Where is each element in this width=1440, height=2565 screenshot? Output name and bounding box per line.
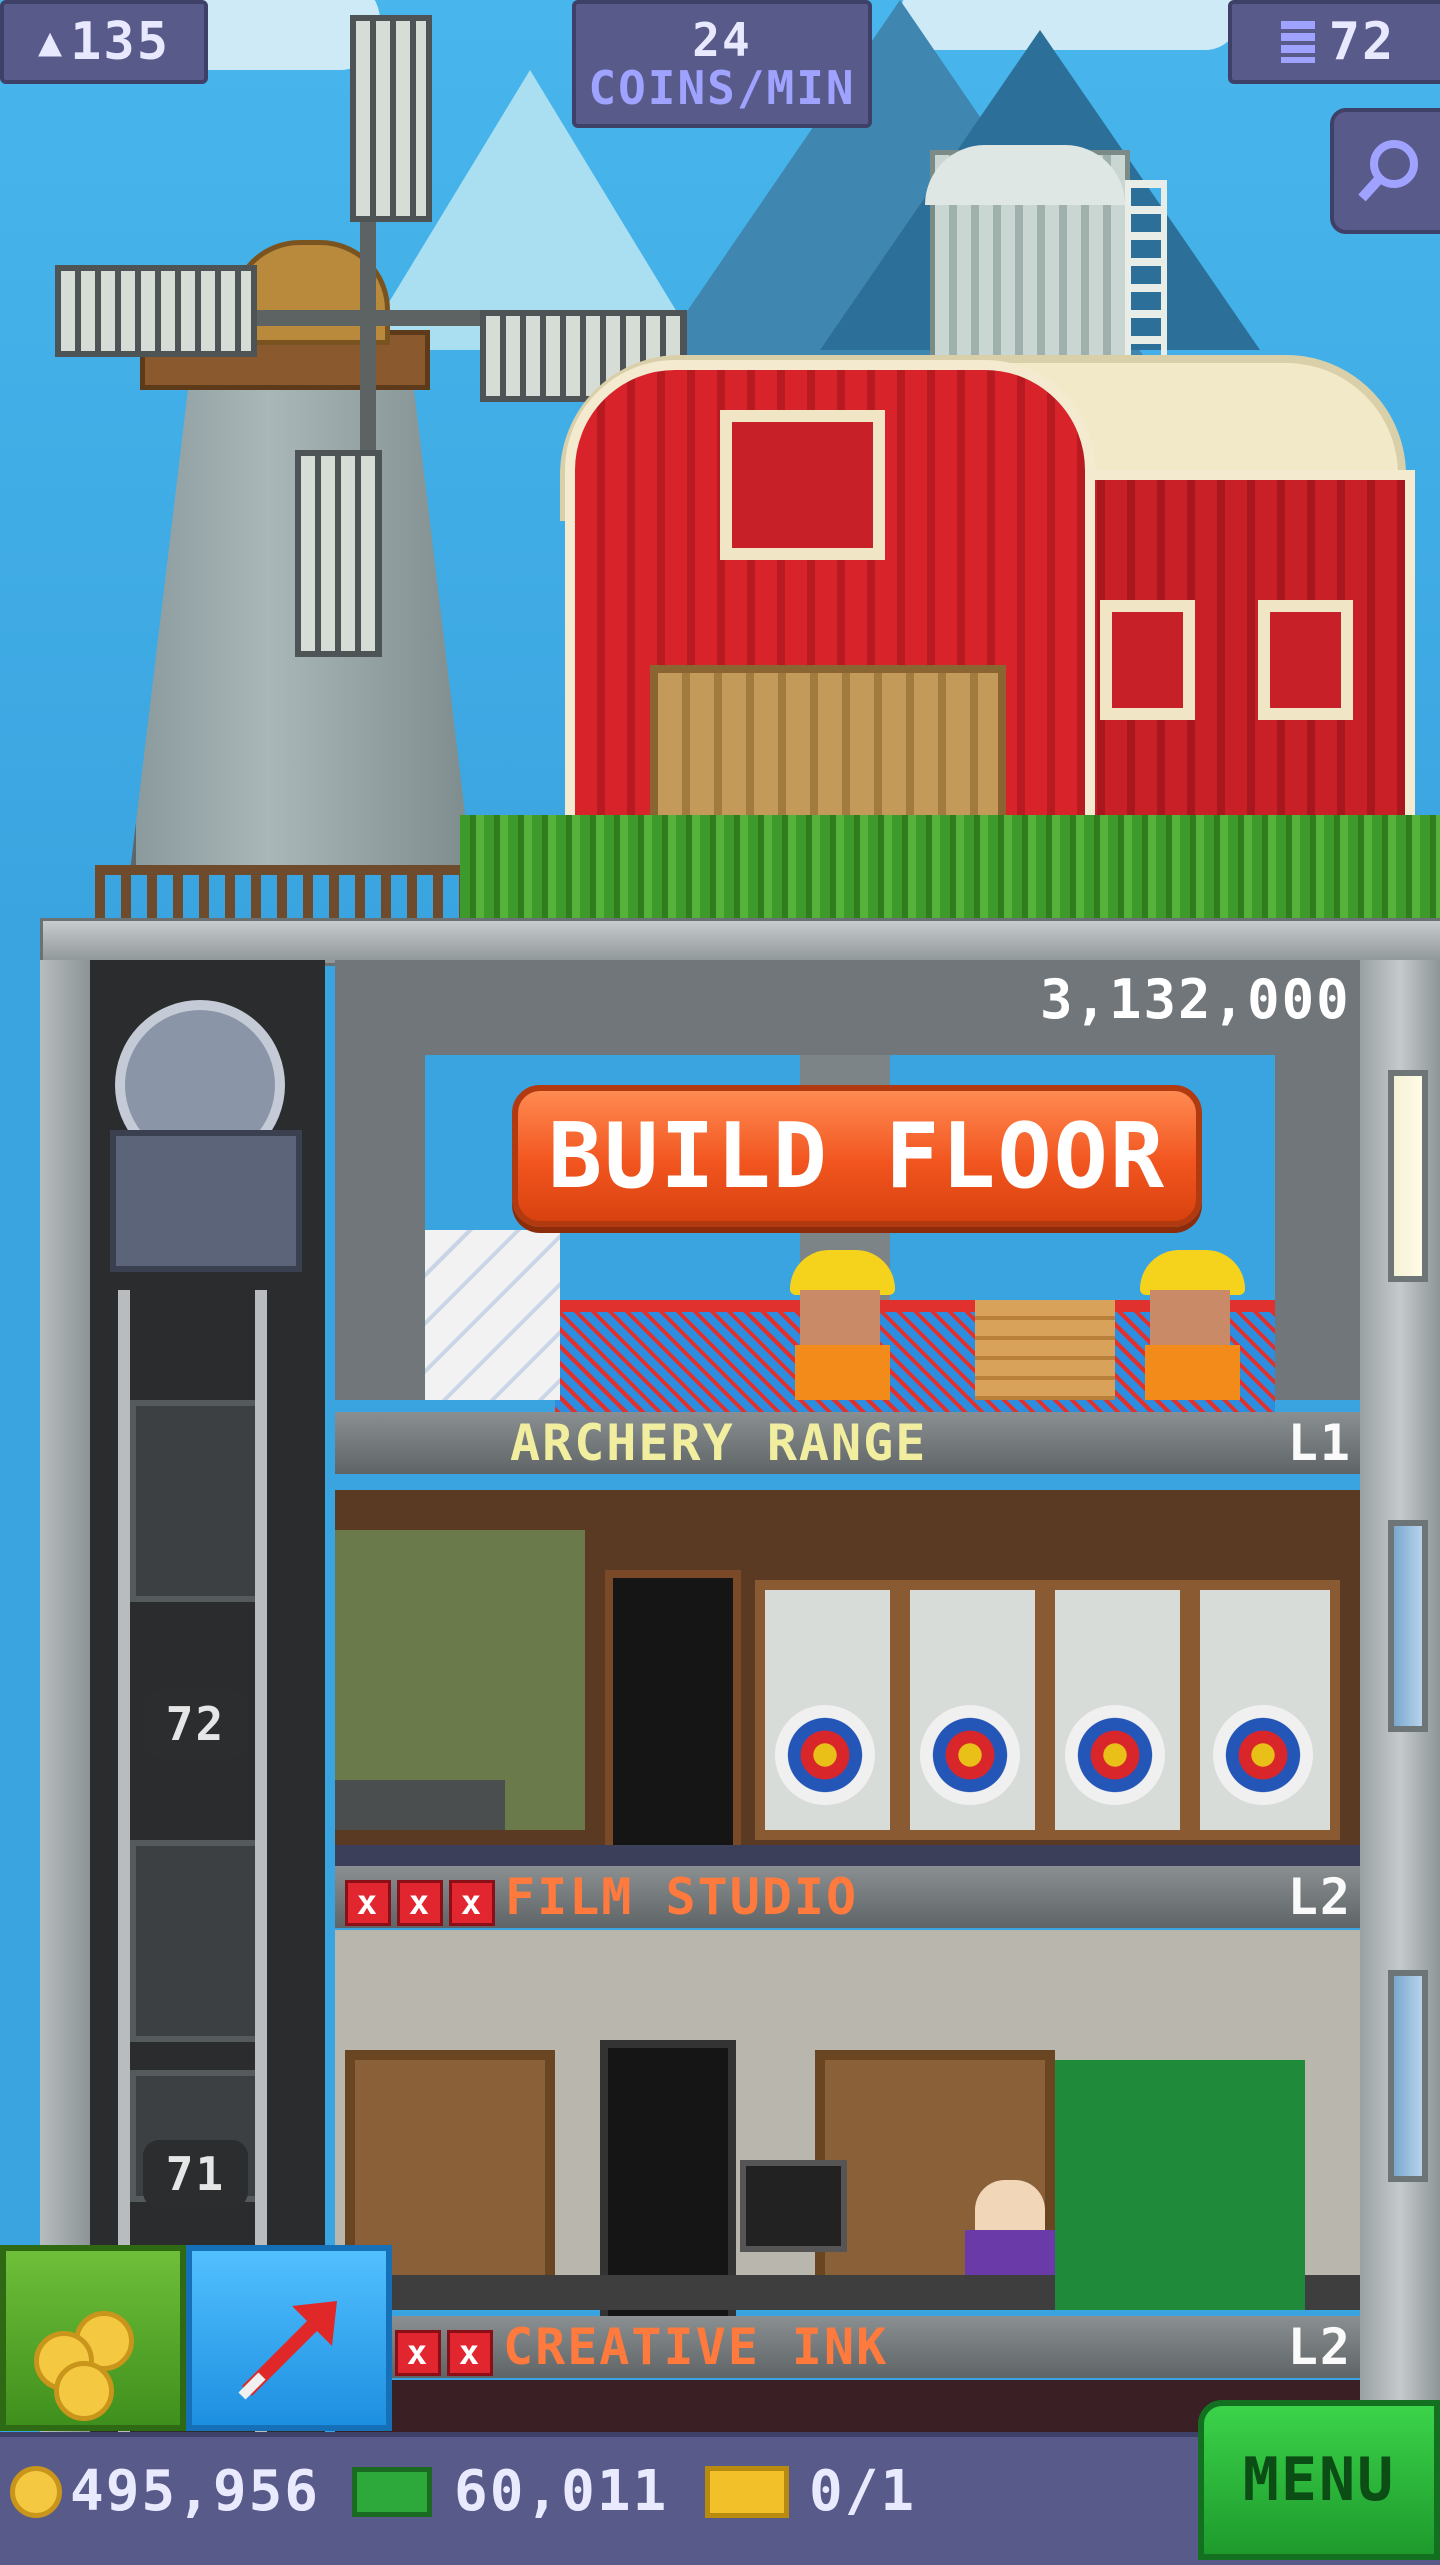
coin-icon <box>10 2465 62 2518</box>
x-mark-icon: x <box>395 2330 441 2376</box>
archery-target <box>1213 1705 1313 1805</box>
shaft-panel <box>130 1840 267 2042</box>
archery-target <box>1065 1705 1165 1805</box>
coins-per-min-label: COINS/MIN <box>588 61 856 115</box>
collect-coins-button[interactable] <box>0 2245 186 2431</box>
x-mark-icon: x <box>449 1880 495 1926</box>
tickets-value: 0/1 <box>809 2459 917 2524</box>
barn-window <box>1100 600 1195 720</box>
coins-stack-icon <box>34 2311 134 2421</box>
elevator-floor-label: 72 <box>143 1690 248 1758</box>
coins-display[interactable]: 495,956 <box>10 2459 320 2524</box>
build-floor-button[interactable]: BUILD FLOOR <box>512 1085 1202 1227</box>
population-value: 135 <box>70 12 170 72</box>
construction-crate <box>975 1300 1115 1400</box>
floors-counter[interactable]: 72 <box>1228 0 1440 84</box>
windmill-sail <box>350 15 432 222</box>
bux-icon <box>352 2466 432 2517</box>
elevator-button[interactable] <box>186 2245 392 2431</box>
archery-door <box>605 1570 741 1856</box>
floor-label-bar[interactable]: ARCHERY RANGE L1 <box>335 1412 1360 1474</box>
floor-label-bar[interactable]: xxx FILM STUDIO L2 <box>335 1866 1360 1928</box>
elevator-arrow-icon <box>238 2301 337 2400</box>
shaft-panel <box>130 1400 267 1602</box>
windmill-sail <box>295 450 382 657</box>
roof-ledge <box>40 918 1440 966</box>
stock-x-marks: xxx <box>345 1868 501 1926</box>
floor-name: FILM STUDIO <box>505 1868 859 1926</box>
archery-range-floor[interactable] <box>335 1490 1360 1870</box>
build-cost: 3,132,000 <box>1040 968 1351 1031</box>
tower-window <box>1388 1970 1428 2182</box>
barn-window <box>1258 600 1353 720</box>
floor-level: L1 <box>1287 1414 1352 1472</box>
floor-label-bar[interactable]: xx CREATIVE INK L2 <box>335 2316 1360 2378</box>
grass <box>460 815 1440 920</box>
floor-name: ARCHERY RANGE <box>510 1414 928 1472</box>
barn-window <box>720 410 885 560</box>
tower-window <box>1388 1070 1428 1282</box>
bux-value: 60,011 <box>454 2459 669 2524</box>
coins-per-min-panel: 24 COINS/MIN <box>572 0 872 128</box>
worker-body <box>795 1345 890 1400</box>
tower-window <box>1388 1520 1428 1732</box>
elevator-car[interactable] <box>110 1130 302 1272</box>
green-screen <box>1055 2060 1305 2310</box>
population-counter[interactable]: ▲ 135 <box>0 0 208 84</box>
construction-material <box>425 1230 560 1400</box>
stock-x-marks: xx <box>395 2318 499 2376</box>
windmill-sail <box>55 265 257 357</box>
x-mark-icon: x <box>345 1880 391 1926</box>
worker-body <box>1145 1345 1240 1400</box>
population-icon: ▲ <box>37 19 65 65</box>
silo-ladder <box>1125 180 1167 370</box>
coins-per-min-value: 24 <box>692 12 752 67</box>
x-mark-icon: x <box>447 2330 493 2376</box>
tickets-display[interactable]: 0/1 <box>705 2459 916 2524</box>
find-bitizen-button[interactable] <box>1330 108 1440 234</box>
archery-target <box>920 1705 1020 1805</box>
magnifier-icon <box>1358 140 1418 202</box>
worker <box>1150 1290 1230 1345</box>
elevator-floor-label: 71 <box>143 2140 248 2208</box>
bux-display[interactable]: 60,011 <box>352 2459 668 2524</box>
silo-dome <box>925 145 1125 205</box>
worker <box>800 1290 880 1345</box>
floor-level: L2 <box>1287 1868 1352 1926</box>
ticket-icon <box>705 2465 789 2518</box>
tower-left-wall <box>40 960 90 2440</box>
floor-level: L2 <box>1287 2318 1352 2376</box>
floors-icon <box>1280 21 1315 63</box>
menu-button[interactable]: MENU <box>1198 2400 1440 2560</box>
tower-right-wall <box>1360 960 1440 2440</box>
x-mark-icon: x <box>397 1880 443 1926</box>
floor-name: CREATIVE INK <box>503 2318 889 2376</box>
coins-value: 495,956 <box>70 2459 321 2524</box>
archery-target <box>775 1705 875 1805</box>
film-monitor <box>740 2160 847 2252</box>
floors-value: 72 <box>1328 12 1396 72</box>
archery-bench <box>335 1780 505 1830</box>
